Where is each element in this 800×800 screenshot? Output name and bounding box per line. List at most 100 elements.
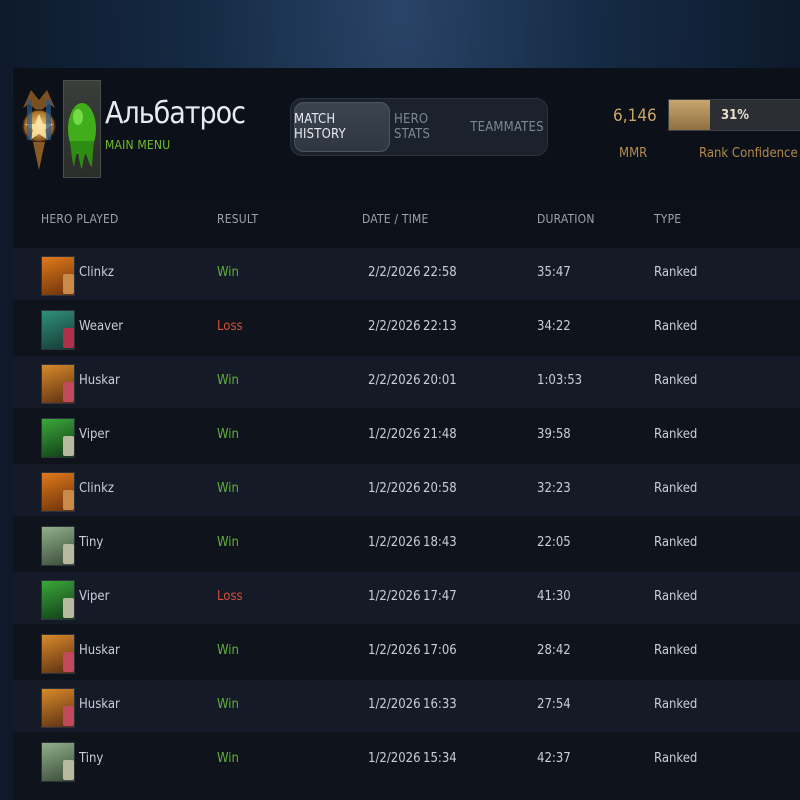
role-badge-icon [63,598,74,618]
column-header-hero[interactable]: HERO PLAYED [41,212,119,226]
cell-duration: 34:22 [537,319,571,334]
column-header-result[interactable]: RESULT [217,212,258,226]
cell-time: 21:48 [423,427,457,442]
cell-type: Ranked [654,535,698,550]
cell-duration: 42:37 [537,751,571,766]
rank-medal-icon [22,90,56,170]
tab-hero-stats[interactable]: HERO STATS [394,102,466,152]
cell-hero: Viper [79,427,110,442]
rank-confidence-label: Rank Confidence [699,146,798,161]
cell-type: Ranked [654,265,698,280]
role-badge-icon [63,544,74,564]
match-row[interactable]: Huskar Win 1/2/2026 16:33 27:54 Ranked [13,680,800,732]
cell-result: Win [217,373,239,388]
cell-type: Ranked [654,481,698,496]
match-row[interactable]: Clinkz Win 1/2/2026 20:58 32:23 Ranked [13,464,800,516]
cell-result: Win [217,481,239,496]
cell-time: 15:34 [423,751,457,766]
match-row[interactable]: Clinkz Win 2/2/2026 22:58 35:47 Ranked [13,248,800,300]
cell-duration: 35:47 [537,265,571,280]
cell-result: Win [217,751,239,766]
cell-type: Ranked [654,373,698,388]
cell-duration: 1:03:53 [537,373,583,388]
cell-result: Win [217,643,239,658]
role-badge-icon [63,436,74,456]
cell-time: 22:58 [423,265,457,280]
cell-date: 1/2/2026 [368,589,421,604]
role-badge-icon [63,760,74,780]
cell-date: 1/2/2026 [368,697,421,712]
role-badge-icon [63,652,74,672]
cell-hero: Viper [79,589,110,604]
match-row[interactable]: Viper Win 1/2/2026 21:48 39:58 Ranked [13,410,800,462]
cell-type: Ranked [654,319,698,334]
cell-duration: 41:30 [537,589,571,604]
cell-duration: 32:23 [537,481,571,496]
cell-result: Win [217,265,239,280]
cell-date: 2/2/2026 [368,373,421,388]
cell-time: 17:47 [423,589,457,604]
role-badge-icon [63,382,74,402]
cell-type: Ranked [654,643,698,658]
role-badge-icon [63,328,74,348]
cell-result: Win [217,427,239,442]
cell-hero: Tiny [79,751,104,766]
cell-result: Win [217,535,239,550]
cell-time: 17:06 [423,643,457,658]
cell-type: Ranked [654,697,698,712]
rank-confidence-value: 31% [721,107,749,123]
cell-date: 1/2/2026 [368,751,421,766]
cell-date: 1/2/2026 [368,643,421,658]
cell-type: Ranked [654,751,698,766]
mmr-label: MMR [619,146,648,161]
cell-duration: 27:54 [537,697,571,712]
column-header-type[interactable]: TYPE [654,212,681,226]
cell-hero: Clinkz [79,265,114,280]
role-badge-icon [63,490,74,510]
match-row[interactable]: Weaver Loss 2/2/2026 22:13 34:22 Ranked [13,302,800,354]
cell-time: 22:13 [423,319,457,334]
cell-duration: 28:42 [537,643,571,658]
match-row[interactable]: Viper Loss 1/2/2026 17:47 41:30 Ranked [13,572,800,624]
column-header-duration[interactable]: DURATION [537,212,595,226]
role-badge-icon [63,706,74,726]
cell-duration: 22:05 [537,535,571,550]
cell-result: Loss [217,319,243,334]
tab-teammates[interactable]: TEAMMATES [470,102,544,152]
match-row[interactable]: Huskar Win 1/2/2026 17:06 28:42 Ranked [13,626,800,678]
cell-time: 18:43 [423,535,457,550]
match-row[interactable]: Tiny Win 1/2/2026 18:43 22:05 Ranked [13,518,800,570]
cell-date: 2/2/2026 [368,319,421,334]
cell-hero: Huskar [79,373,120,388]
cell-result: Win [217,697,239,712]
player-name: Альбатрос [105,96,246,131]
profile-panel: Альбатрос MAIN MENU MATCH HISTORY HERO S… [13,68,800,800]
role-badge-icon [63,274,74,294]
cell-type: Ranked [654,589,698,604]
player-avatar[interactable] [63,80,101,178]
cell-date: 1/2/2026 [368,535,421,550]
mmr-value: 6,146 [613,106,657,126]
cell-hero: Clinkz [79,481,114,496]
tab-match-history[interactable]: MATCH HISTORY [294,102,390,152]
slime-avatar-icon [68,103,96,169]
cell-time: 16:33 [423,697,457,712]
rank-confidence-bar: 31% [668,99,800,131]
cell-date: 2/2/2026 [368,265,421,280]
cell-result: Loss [217,589,243,604]
cell-time: 20:58 [423,481,457,496]
cell-hero: Tiny [79,535,104,550]
cell-duration: 39:58 [537,427,571,442]
main-menu-link[interactable]: MAIN MENU [105,138,170,152]
cell-date: 1/2/2026 [368,427,421,442]
cell-hero: Weaver [79,319,124,334]
tab-bar: MATCH HISTORY HERO STATS TEAMMATES [290,98,548,156]
cell-hero: Huskar [79,643,120,658]
match-row[interactable]: Huskar Win 2/2/2026 20:01 1:03:53 Ranked [13,356,800,408]
column-header-datetime[interactable]: DATE / TIME [362,212,429,226]
cell-date: 1/2/2026 [368,481,421,496]
match-row[interactable]: Tiny Win 1/2/2026 15:34 42:37 Ranked [13,734,800,786]
cell-type: Ranked [654,427,698,442]
cell-hero: Huskar [79,697,120,712]
cell-time: 20:01 [423,373,457,388]
